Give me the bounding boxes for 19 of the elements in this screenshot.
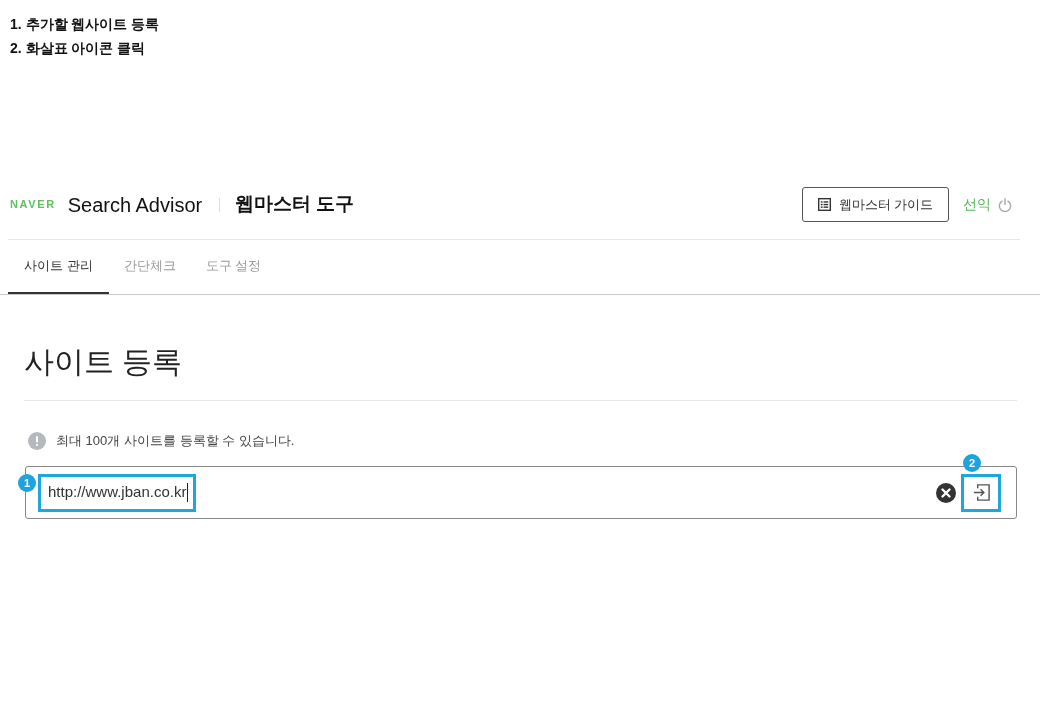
- tab[interactable]: 도구 설정: [190, 240, 277, 294]
- tab[interactable]: 사이트 관리: [8, 240, 109, 294]
- instruction-text: 1. 추가할 웹사이트 등록: [10, 15, 160, 34]
- tab[interactable]: 간단체크: [108, 240, 191, 294]
- product-name: Search Advisor: [67, 192, 203, 218]
- step-number-badge: 1: [18, 474, 36, 492]
- naver-logo[interactable]: NAVER: [10, 196, 56, 213]
- user-name[interactable]: 선익: [963, 194, 991, 215]
- clear-icon[interactable]: [936, 482, 956, 503]
- guide-button[interactable]: 웹마스터 가이드: [802, 187, 949, 222]
- notice-text: 최대 100개 사이트를 등록할 수 있습니다.: [56, 432, 295, 451]
- info-icon: [28, 432, 46, 450]
- highlight-frame: [961, 473, 1001, 512]
- step-number-badge: 2: [963, 454, 981, 472]
- document-list-icon: [817, 198, 831, 211]
- instruction-text: 2. 화살표 아이콘 클릭: [10, 39, 146, 58]
- enter-arrow-icon: [971, 483, 991, 502]
- page-title: 사이트 등록: [24, 344, 183, 380]
- app-title: 웹마스터 도구: [235, 192, 355, 217]
